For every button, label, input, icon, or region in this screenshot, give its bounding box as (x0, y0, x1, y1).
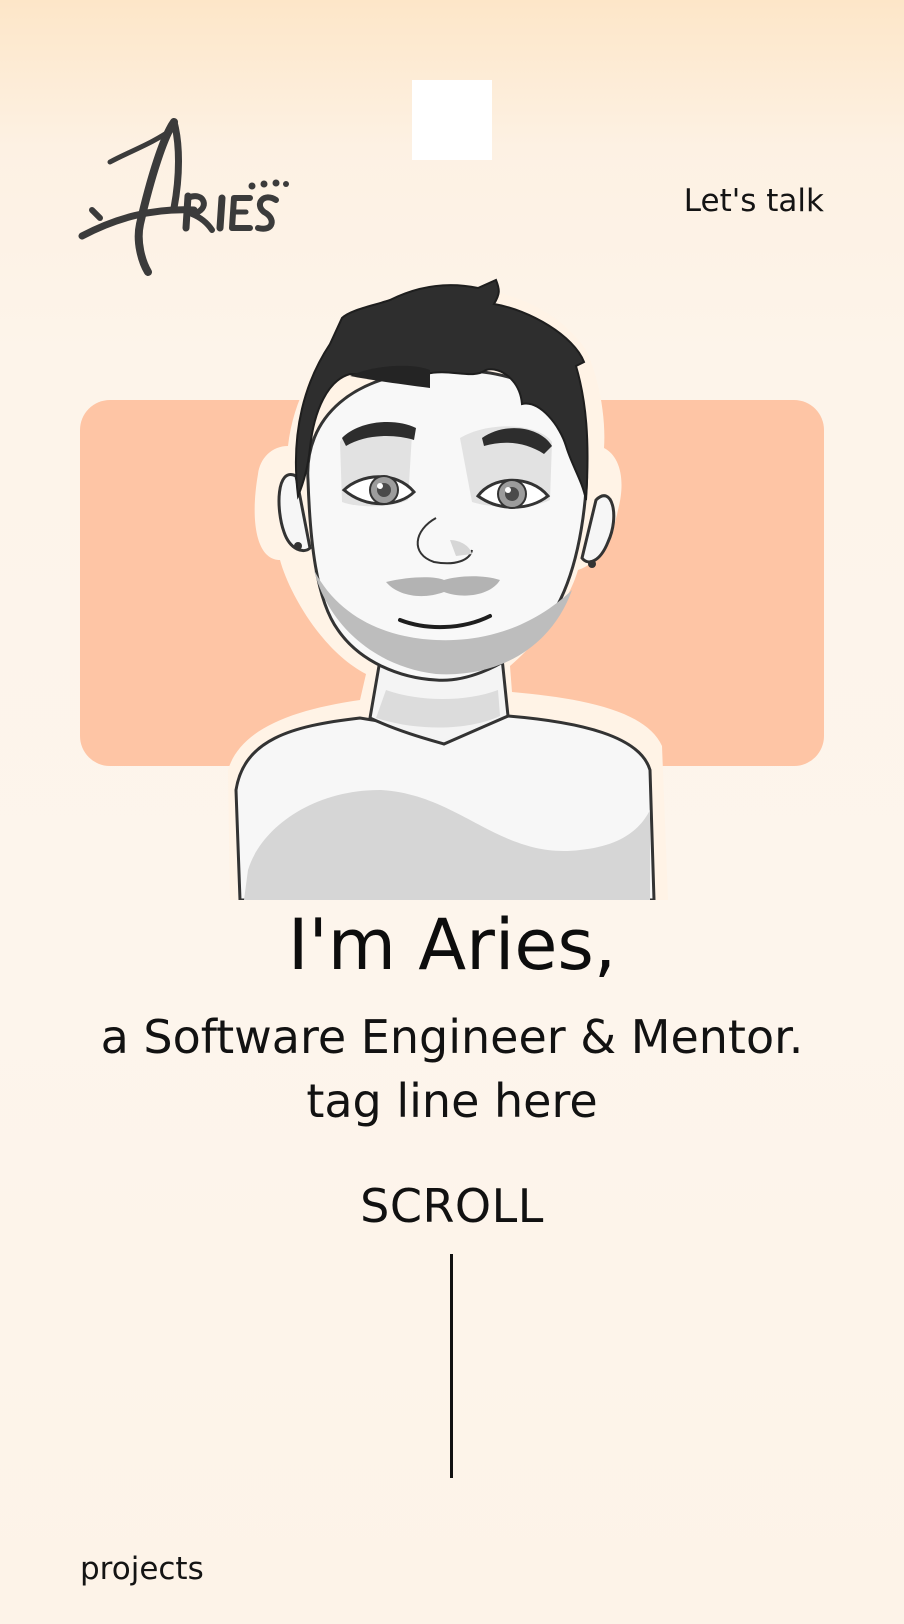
avatar-portrait-icon (228, 278, 668, 900)
hero-section (0, 270, 904, 900)
aries-logo[interactable] (76, 114, 292, 284)
placeholder-square (412, 80, 492, 160)
intro-tagline: tag line here (306, 1074, 598, 1128)
intro-headline: I'm Aries, (287, 904, 617, 986)
projects-link[interactable]: projects (80, 1550, 204, 1588)
lets-talk-link[interactable]: Let's talk (684, 182, 824, 220)
intro-subline: a Software Engineer & Mentor. (100, 1010, 804, 1064)
scroll-label[interactable]: SCROLL (0, 1178, 904, 1234)
scroll-line-icon (450, 1254, 453, 1478)
